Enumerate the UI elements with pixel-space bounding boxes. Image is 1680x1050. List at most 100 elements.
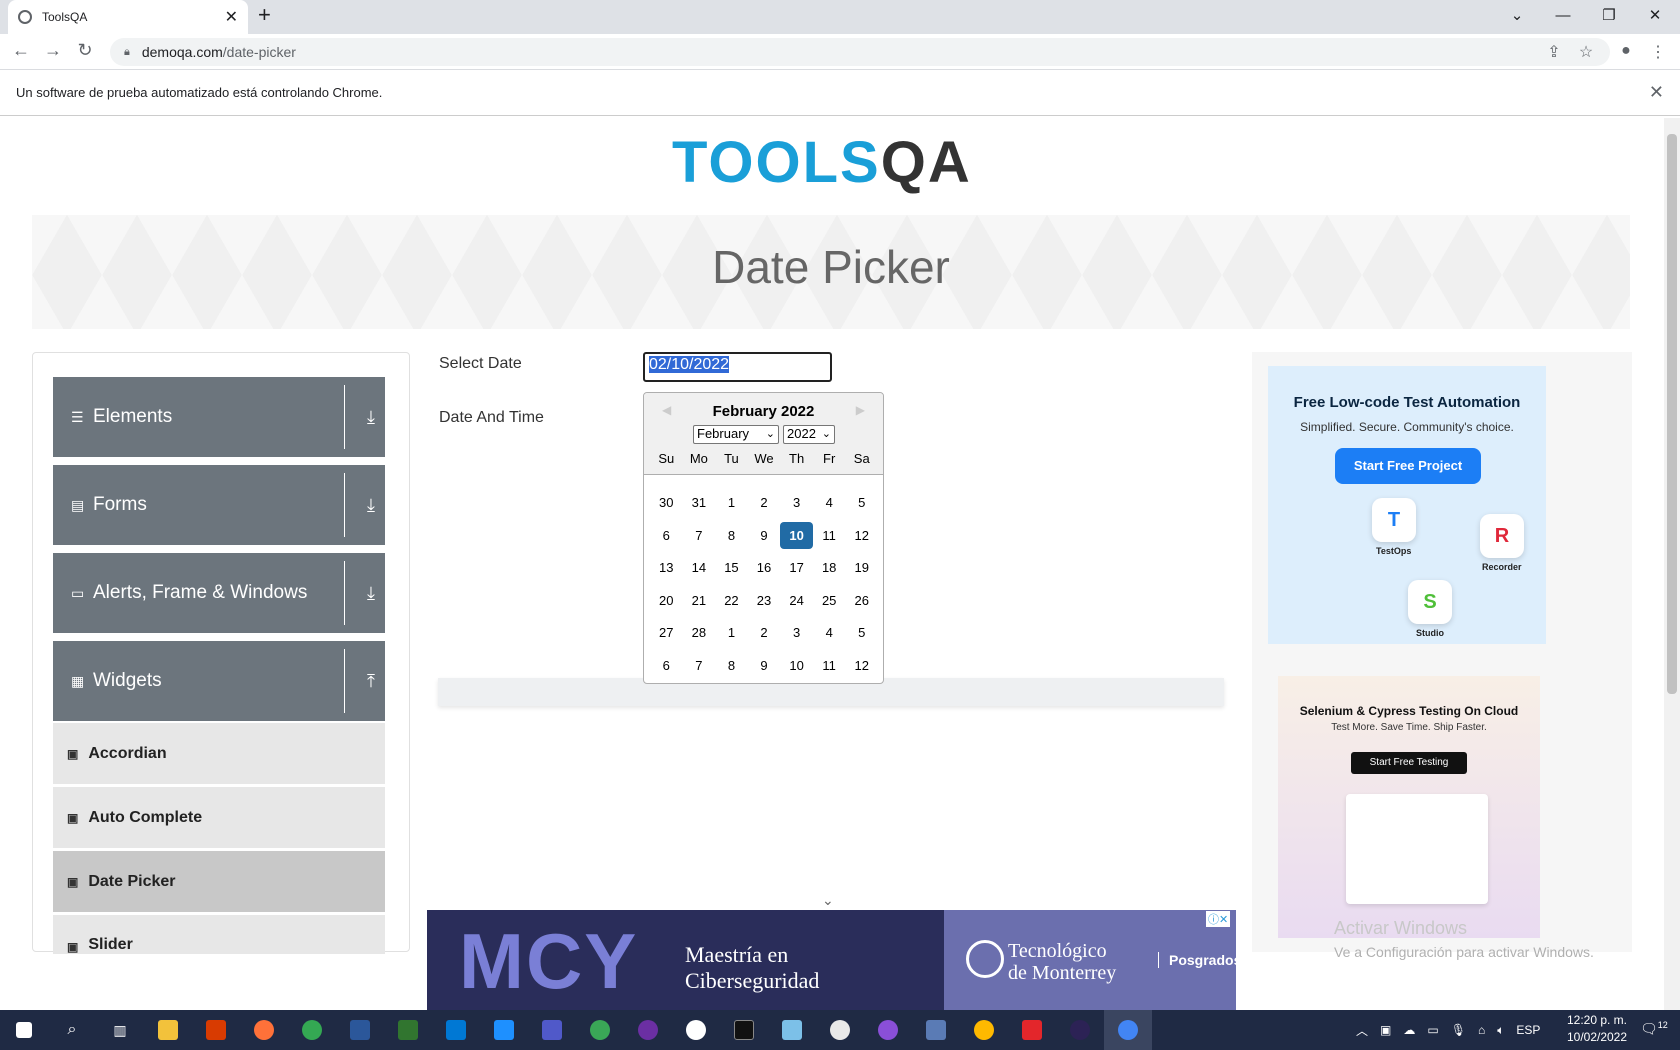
- katalon-ad[interactable]: Free Low-code Test Automation Simplified…: [1268, 366, 1546, 644]
- calendar-day[interactable]: 7: [683, 522, 716, 549]
- calendar-day[interactable]: 23: [748, 587, 781, 614]
- app-tool-icon[interactable]: [960, 1010, 1008, 1050]
- calendar-day[interactable]: 4: [813, 489, 846, 516]
- menu-kebab-icon[interactable]: ⋮: [1646, 42, 1670, 62]
- network-icon[interactable]: ⌂: [1478, 1023, 1485, 1037]
- bottom-banner-ad[interactable]: MCY Maestría en Ciberseguridad Tecnológic…: [427, 910, 1241, 1010]
- tray-app-icon[interactable]: ▣: [1380, 1023, 1391, 1037]
- reload-icon[interactable]: ↻: [72, 40, 98, 61]
- calendar-day[interactable]: 28: [683, 619, 716, 646]
- task-view-icon[interactable]: ▥: [96, 1010, 144, 1050]
- sidebar-item-accordian[interactable]: ▣ Accordian: [53, 722, 385, 784]
- app-globe-icon[interactable]: [576, 1010, 624, 1050]
- calendar-day[interactable]: 27: [650, 619, 683, 646]
- calendar-day[interactable]: 6: [650, 522, 683, 549]
- firefox-icon[interactable]: [240, 1010, 288, 1050]
- language-indicator[interactable]: ESP: [1516, 1023, 1540, 1037]
- cloud-icon[interactable]: ☁: [1403, 1023, 1415, 1037]
- calendar-day[interactable]: 11: [813, 652, 846, 679]
- calendar-day[interactable]: 21: [683, 587, 716, 614]
- calendar-day[interactable]: 2: [748, 489, 781, 516]
- browser-tab[interactable]: ToolsQA ✕: [8, 0, 248, 34]
- sidebar-item-slider[interactable]: ▣ Slider: [53, 914, 385, 954]
- tray-monitor-icon[interactable]: ▭: [1427, 1023, 1438, 1037]
- calendar-day[interactable]: 17: [780, 554, 813, 581]
- window-close-button[interactable]: ✕: [1632, 2, 1678, 30]
- project-icon[interactable]: [384, 1010, 432, 1050]
- adchoices-icon[interactable]: ⓘ✕: [1206, 911, 1231, 927]
- sidebar-group-elements[interactable]: ☰ Elements ⤓: [53, 377, 385, 457]
- calendar-day[interactable]: 12: [845, 652, 878, 679]
- bookmark-star-icon[interactable]: ☆: [1574, 42, 1598, 62]
- notifications-icon[interactable]: 🗨︎12: [1640, 1020, 1668, 1038]
- calendar-day[interactable]: 24: [780, 587, 813, 614]
- calendar-day[interactable]: 1: [715, 619, 748, 646]
- outlook-icon[interactable]: [432, 1010, 480, 1050]
- terminal-icon[interactable]: [720, 1010, 768, 1050]
- infobar-close-icon[interactable]: ✕: [1649, 82, 1664, 103]
- app-violet-icon[interactable]: [864, 1010, 912, 1050]
- taskbar-clock[interactable]: 12:20 p. m. 10/02/2022: [1558, 1012, 1636, 1046]
- calendar-day[interactable]: 19: [845, 554, 878, 581]
- calendar-day[interactable]: 16: [748, 554, 781, 581]
- calendar-day[interactable]: 8: [715, 522, 748, 549]
- file-explorer-icon[interactable]: [144, 1010, 192, 1050]
- close-tab-icon[interactable]: ✕: [225, 7, 238, 27]
- calendar-day-selected[interactable]: 10: [780, 521, 813, 549]
- sidebar-group-forms[interactable]: ▤ Forms ⤓: [53, 465, 385, 545]
- calendar-day[interactable]: 5: [845, 489, 878, 516]
- calendar-day[interactable]: 4: [813, 619, 846, 646]
- year-select[interactable]: 2022 ⌄: [783, 425, 835, 444]
- back-icon[interactable]: ←: [8, 40, 34, 61]
- app-w-icon[interactable]: [672, 1010, 720, 1050]
- calendar-day[interactable]: 22: [715, 587, 748, 614]
- calendar-day[interactable]: 30: [650, 489, 683, 516]
- teams-icon[interactable]: [528, 1010, 576, 1050]
- calendar-day[interactable]: 5: [845, 619, 878, 646]
- notepad-icon[interactable]: [768, 1010, 816, 1050]
- share-icon[interactable]: ⇪: [1542, 42, 1566, 62]
- sidebar-group-alerts[interactable]: ▭ Alerts, Frame & Windows ⤓: [53, 553, 385, 633]
- start-free-testing-button[interactable]: Start Free Testing: [1351, 752, 1467, 774]
- sidebar-item-auto-complete[interactable]: ▣ Auto Complete: [53, 786, 385, 848]
- calendar-day[interactable]: 13: [650, 554, 683, 581]
- app-download-icon[interactable]: [912, 1010, 960, 1050]
- calendar-day[interactable]: 18: [813, 554, 846, 581]
- calendar-day[interactable]: 15: [715, 554, 748, 581]
- app-f-icon[interactable]: [480, 1010, 528, 1050]
- calendar-day[interactable]: 20: [650, 587, 683, 614]
- calendar-day[interactable]: 1: [715, 489, 748, 516]
- calendar-day[interactable]: 7: [683, 652, 716, 679]
- paint-icon[interactable]: [816, 1010, 864, 1050]
- chrome-icon[interactable]: [1104, 1010, 1152, 1050]
- start-button[interactable]: [0, 1010, 48, 1050]
- lambdatest-ad[interactable]: Selenium & Cypress Testing On Cloud Test…: [1278, 676, 1540, 938]
- calendar-day[interactable]: 31: [683, 489, 716, 516]
- calendar-day[interactable]: 3: [780, 619, 813, 646]
- app-purple-icon[interactable]: [624, 1010, 672, 1050]
- calendar-day[interactable]: 2: [748, 619, 781, 646]
- address-bar[interactable]: 🔒︎ demoqa.com/date-picker: [110, 38, 1610, 66]
- new-tab-button[interactable]: +: [258, 2, 271, 28]
- profile-avatar-icon[interactable]: ●: [1614, 42, 1638, 60]
- restore-button[interactable]: ❐: [1586, 2, 1632, 30]
- calendar-day[interactable]: 11: [813, 522, 846, 549]
- calendar-day[interactable]: 9: [748, 652, 781, 679]
- microphone-icon[interactable]: 🎙︎: [1451, 1023, 1466, 1037]
- office-icon[interactable]: [192, 1010, 240, 1050]
- search-icon[interactable]: ⌕: [48, 1010, 96, 1050]
- chrome-profile-icon[interactable]: [288, 1010, 336, 1050]
- month-select[interactable]: February ⌄: [693, 425, 779, 444]
- calendar-day[interactable]: 25: [813, 587, 846, 614]
- forward-icon[interactable]: →: [40, 40, 66, 61]
- acrobat-icon[interactable]: [1008, 1010, 1056, 1050]
- tray-chevron-icon[interactable]: ︿: [1356, 1022, 1368, 1039]
- eclipse-icon[interactable]: [1056, 1010, 1104, 1050]
- calendar-day[interactable]: 14: [683, 554, 716, 581]
- calendar-day[interactable]: 6: [650, 652, 683, 679]
- word-icon[interactable]: [336, 1010, 384, 1050]
- page-scrollbar-thumb[interactable]: [1667, 134, 1677, 694]
- calendar-day[interactable]: 3: [780, 489, 813, 516]
- next-month-icon[interactable]: ▶: [856, 403, 865, 417]
- chevron-down-icon[interactable]: ⌄: [822, 892, 834, 909]
